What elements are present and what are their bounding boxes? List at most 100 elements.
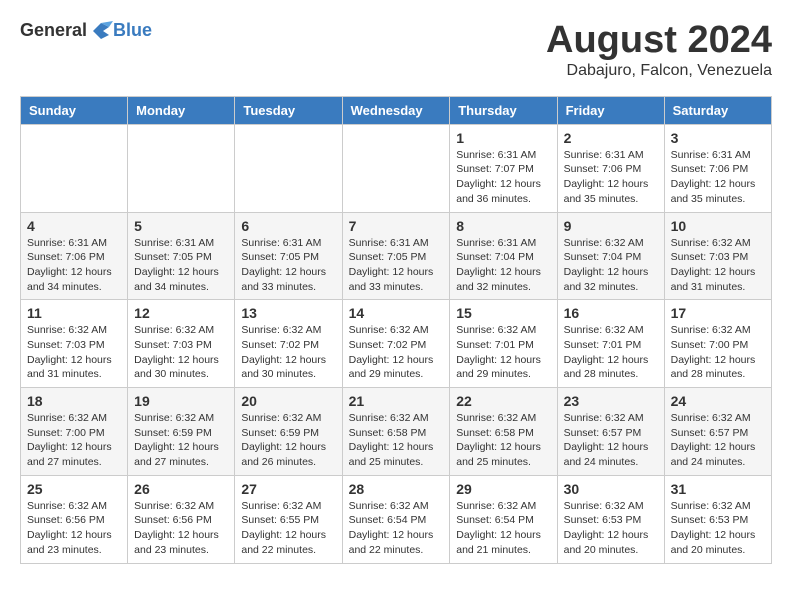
day-info: Sunrise: 6:32 AMSunset: 7:03 PMDaylight:… (27, 323, 121, 382)
day-info: Sunrise: 6:32 AMSunset: 6:53 PMDaylight:… (671, 499, 765, 558)
day-number: 13 (241, 305, 335, 321)
day-info: Sunrise: 6:31 AMSunset: 7:07 PMDaylight:… (456, 148, 550, 207)
calendar-header-thursday: Thursday (450, 96, 557, 124)
day-number: 26 (134, 481, 228, 497)
calendar-cell (128, 124, 235, 212)
day-number: 12 (134, 305, 228, 321)
day-number: 11 (27, 305, 121, 321)
calendar-cell: 27 Sunrise: 6:32 AMSunset: 6:55 PMDayligh… (235, 475, 342, 563)
calendar-header-wednesday: Wednesday (342, 96, 450, 124)
day-number: 30 (564, 481, 658, 497)
day-info: Sunrise: 6:32 AMSunset: 6:55 PMDaylight:… (241, 499, 335, 558)
calendar-header-tuesday: Tuesday (235, 96, 342, 124)
calendar-cell: 16 Sunrise: 6:32 AMSunset: 7:01 PMDayligh… (557, 300, 664, 388)
day-number: 22 (456, 393, 550, 409)
month-title: August 2024 (546, 20, 772, 62)
logo-blue-text: Blue (113, 20, 152, 41)
day-info: Sunrise: 6:32 AMSunset: 7:01 PMDaylight:… (564, 323, 658, 382)
calendar-cell: 8Sunrise: 6:31 AMSunset: 7:04 PMDaylight… (450, 212, 557, 300)
day-number: 21 (349, 393, 444, 409)
calendar-week-4: 18Sunrise: 6:32 AMSunset: 7:00 PMDayligh… (21, 388, 772, 476)
logo: General Blue (20, 20, 152, 41)
day-info: Sunrise: 6:32 AMSunset: 6:56 PMDaylight:… (27, 499, 121, 558)
location-text: Dabajuro, Falcon, Venezuela (546, 62, 772, 80)
day-number: 16 (564, 305, 658, 321)
day-info: Sunrise: 6:32 AMSunset: 6:59 PMDaylight:… (134, 411, 228, 470)
day-info: Sunrise: 6:32 AMSunset: 7:00 PMDaylight:… (671, 323, 765, 382)
day-info: Sunrise: 6:31 AMSunset: 7:06 PMDaylight:… (671, 148, 765, 207)
page-header: General Blue August 2024 Dabajuro, Falco… (20, 20, 772, 80)
day-info: Sunrise: 6:31 AMSunset: 7:04 PMDaylight:… (456, 236, 550, 295)
calendar-header-friday: Friday (557, 96, 664, 124)
calendar-header-monday: Monday (128, 96, 235, 124)
calendar-cell: 6 Sunrise: 6:31 AMSunset: 7:05 PMDaylight… (235, 212, 342, 300)
day-info: Sunrise: 6:32 AMSunset: 6:57 PMDaylight:… (671, 411, 765, 470)
calendar-cell: 3 Sunrise: 6:31 AMSunset: 7:06 PMDaylight… (664, 124, 771, 212)
day-number: 29 (456, 481, 550, 497)
day-info: Sunrise: 6:32 AMSunset: 7:01 PMDaylight:… (456, 323, 550, 382)
day-info: Sunrise: 6:32 AMSunset: 7:03 PMDaylight:… (134, 323, 228, 382)
day-info: Sunrise: 6:31 AMSunset: 7:06 PMDaylight:… (564, 148, 658, 207)
day-number: 18 (27, 393, 121, 409)
calendar-cell: 17 Sunrise: 6:32 AMSunset: 7:00 PMDayligh… (664, 300, 771, 388)
day-info: Sunrise: 6:32 AMSunset: 7:03 PMDaylight:… (671, 236, 765, 295)
day-number: 10 (671, 218, 765, 234)
calendar-cell: 9 Sunrise: 6:32 AMSunset: 7:04 PMDaylight… (557, 212, 664, 300)
title-section: August 2024 Dabajuro, Falcon, Venezuela (546, 20, 772, 80)
calendar-cell: 28Sunrise: 6:32 AMSunset: 6:54 PMDayligh… (342, 475, 450, 563)
day-info: Sunrise: 6:32 AMSunset: 6:54 PMDaylight:… (456, 499, 550, 558)
calendar-cell: 7 Sunrise: 6:31 AMSunset: 7:05 PMDaylight… (342, 212, 450, 300)
day-number: 7 (349, 218, 444, 234)
calendar-table: SundayMondayTuesdayWednesdayThursdayFrid… (20, 96, 772, 564)
calendar-cell: 29 Sunrise: 6:32 AMSunset: 6:54 PMDayligh… (450, 475, 557, 563)
day-number: 14 (349, 305, 444, 321)
day-info: Sunrise: 6:32 AMSunset: 6:59 PMDaylight:… (241, 411, 335, 470)
day-number: 25 (27, 481, 121, 497)
calendar-cell: 4 Sunrise: 6:31 AMSunset: 7:06 PMDaylight… (21, 212, 128, 300)
calendar-cell: 19 Sunrise: 6:32 AMSunset: 6:59 PMDayligh… (128, 388, 235, 476)
calendar-cell: 24 Sunrise: 6:32 AMSunset: 6:57 PMDayligh… (664, 388, 771, 476)
day-number: 1 (456, 130, 550, 146)
calendar-cell: 2Sunrise: 6:31 AMSunset: 7:06 PMDaylight… (557, 124, 664, 212)
calendar-header-saturday: Saturday (664, 96, 771, 124)
day-number: 5 (134, 218, 228, 234)
calendar-cell: 10 Sunrise: 6:32 AMSunset: 7:03 PMDayligh… (664, 212, 771, 300)
day-number: 19 (134, 393, 228, 409)
day-info: Sunrise: 6:31 AMSunset: 7:06 PMDaylight:… (27, 236, 121, 295)
calendar-cell (342, 124, 450, 212)
day-number: 27 (241, 481, 335, 497)
calendar-cell: 12 Sunrise: 6:32 AMSunset: 7:03 PMDayligh… (128, 300, 235, 388)
day-number: 24 (671, 393, 765, 409)
calendar-header-row: SundayMondayTuesdayWednesdayThursdayFrid… (21, 96, 772, 124)
day-number: 9 (564, 218, 658, 234)
calendar-cell: 26 Sunrise: 6:32 AMSunset: 6:56 PMDayligh… (128, 475, 235, 563)
day-info: Sunrise: 6:31 AMSunset: 7:05 PMDaylight:… (241, 236, 335, 295)
calendar-cell: 20Sunrise: 6:32 AMSunset: 6:59 PMDayligh… (235, 388, 342, 476)
calendar-cell: 15 Sunrise: 6:32 AMSunset: 7:01 PMDayligh… (450, 300, 557, 388)
day-number: 4 (27, 218, 121, 234)
calendar-cell: 5 Sunrise: 6:31 AMSunset: 7:05 PMDaylight… (128, 212, 235, 300)
calendar-cell: 25 Sunrise: 6:32 AMSunset: 6:56 PMDayligh… (21, 475, 128, 563)
day-number: 6 (241, 218, 335, 234)
day-info: Sunrise: 6:31 AMSunset: 7:05 PMDaylight:… (134, 236, 228, 295)
day-number: 17 (671, 305, 765, 321)
day-info: Sunrise: 6:31 AMSunset: 7:05 PMDaylight:… (349, 236, 444, 295)
day-info: Sunrise: 6:32 AMSunset: 7:04 PMDaylight:… (564, 236, 658, 295)
calendar-cell: 31Sunrise: 6:32 AMSunset: 6:53 PMDayligh… (664, 475, 771, 563)
day-info: Sunrise: 6:32 AMSunset: 7:02 PMDaylight:… (349, 323, 444, 382)
day-info: Sunrise: 6:32 AMSunset: 6:57 PMDaylight:… (564, 411, 658, 470)
day-number: 15 (456, 305, 550, 321)
day-number: 3 (671, 130, 765, 146)
calendar-cell: 22Sunrise: 6:32 AMSunset: 6:58 PMDayligh… (450, 388, 557, 476)
calendar-cell: 30Sunrise: 6:32 AMSunset: 6:53 PMDayligh… (557, 475, 664, 563)
calendar-cell: 1 Sunrise: 6:31 AMSunset: 7:07 PMDaylight… (450, 124, 557, 212)
day-info: Sunrise: 6:32 AMSunset: 6:56 PMDaylight:… (134, 499, 228, 558)
calendar-cell: 14 Sunrise: 6:32 AMSunset: 7:02 PMDayligh… (342, 300, 450, 388)
calendar-cell: 23 Sunrise: 6:32 AMSunset: 6:57 PMDayligh… (557, 388, 664, 476)
calendar-week-1: 1 Sunrise: 6:31 AMSunset: 7:07 PMDaylight… (21, 124, 772, 212)
day-info: Sunrise: 6:32 AMSunset: 6:54 PMDaylight:… (349, 499, 444, 558)
day-number: 23 (564, 393, 658, 409)
day-info: Sunrise: 6:32 AMSunset: 7:02 PMDaylight:… (241, 323, 335, 382)
calendar-cell: 13 Sunrise: 6:32 AMSunset: 7:02 PMDayligh… (235, 300, 342, 388)
calendar-cell (235, 124, 342, 212)
